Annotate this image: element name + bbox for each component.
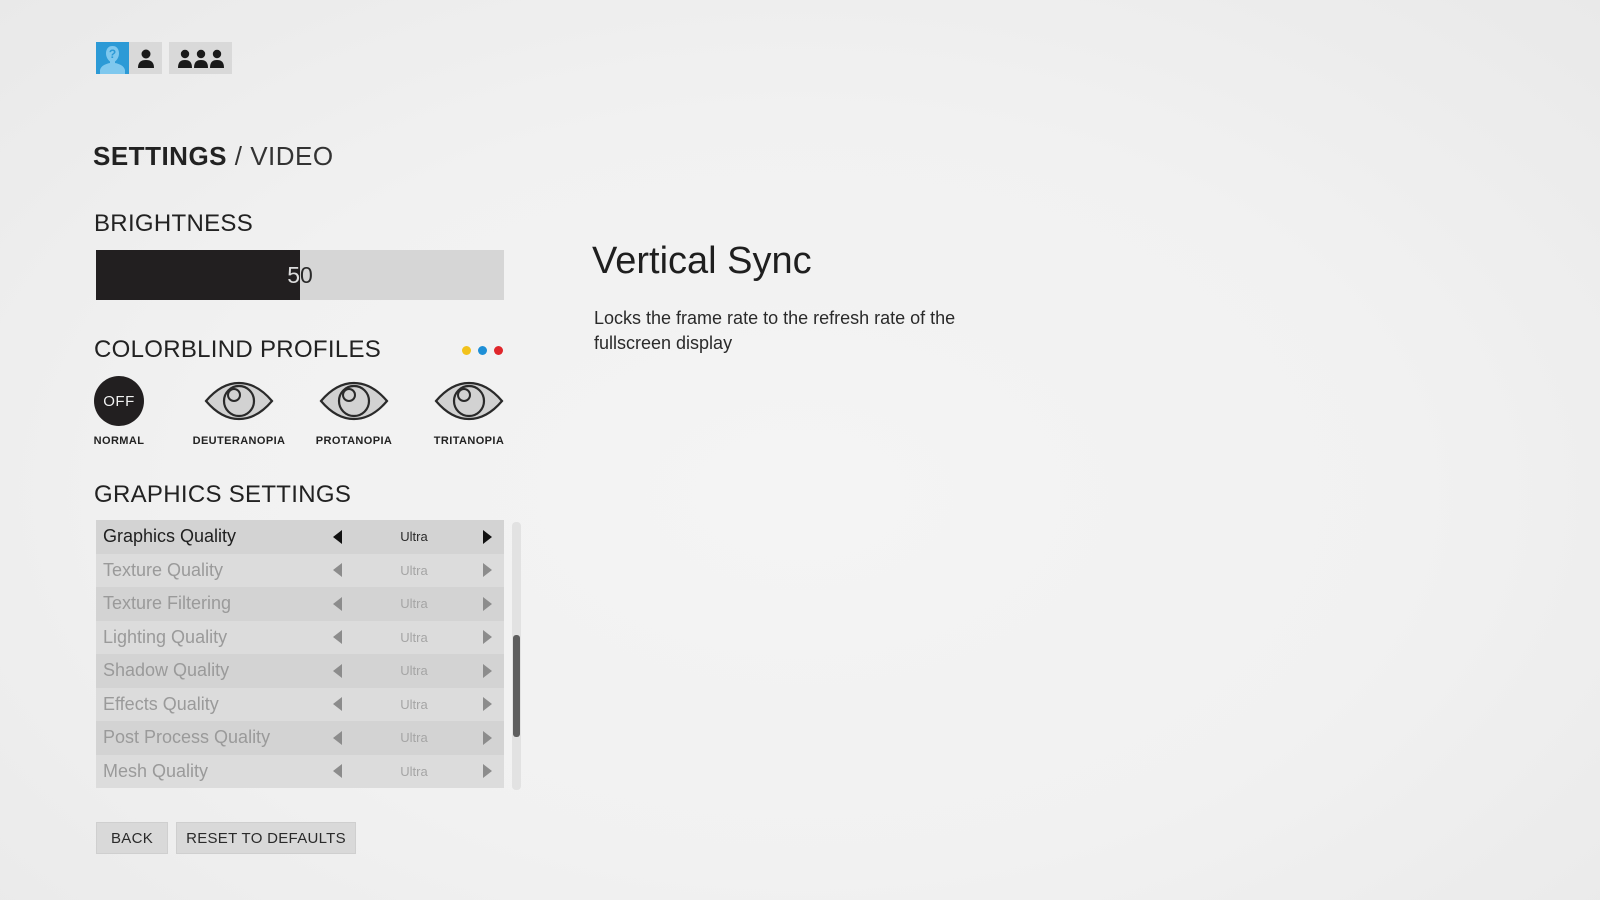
arrow-left-icon[interactable] — [333, 697, 342, 712]
profile-protanopia[interactable]: PROTANOPIA — [314, 375, 394, 447]
graphics-settings-list: Graphics Quality Ultra Texture Quality U… — [96, 520, 504, 788]
setting-value: Ultra — [400, 763, 428, 779]
profile-tab-group[interactable] — [169, 42, 232, 74]
setting-row-texture-quality[interactable]: Texture Quality Ultra — [96, 553, 504, 587]
svg-text:?: ? — [109, 47, 116, 61]
color-dot-yellow — [462, 346, 471, 355]
group-icon — [177, 49, 224, 68]
arrow-left-icon[interactable] — [333, 663, 342, 678]
scrollbar-thumb[interactable] — [513, 635, 520, 737]
setting-row-shadow-quality[interactable]: Shadow Quality Ultra — [96, 654, 504, 688]
setting-value: Ultra — [400, 663, 428, 679]
color-dot-blue — [478, 346, 487, 355]
eye-icon — [434, 381, 504, 421]
brightness-slider[interactable]: 50 50 — [96, 250, 504, 300]
profile-label: NORMAL — [93, 435, 145, 447]
colorblind-profiles: OFF NORMAL DEUTERANOPIA PROTANOPIA TRITA… — [94, 375, 508, 450]
description-title: Vertical Sync — [592, 240, 812, 282]
profile-tab-guest[interactable]: ? — [96, 42, 129, 74]
profile-tabs: ? — [96, 42, 232, 74]
color-dot-red — [494, 346, 503, 355]
setting-row-effects-quality[interactable]: Effects Quality Ultra — [96, 687, 504, 721]
eye-icon — [319, 381, 389, 421]
setting-row-lighting-quality[interactable]: Lighting Quality Ultra — [96, 620, 504, 654]
setting-name: Shadow Quality — [103, 660, 230, 681]
arrow-right-icon[interactable] — [483, 663, 492, 678]
profile-deuteranopia[interactable]: DEUTERANOPIA — [192, 375, 286, 447]
setting-name: Texture Filtering — [103, 593, 232, 614]
arrow-right-icon[interactable] — [483, 630, 492, 645]
arrow-right-icon[interactable] — [483, 764, 492, 779]
brightness-value-overlay: 50 — [287, 262, 300, 288]
profile-label: DEUTERANOPIA — [192, 435, 286, 447]
arrow-left-icon[interactable] — [333, 730, 342, 745]
colorblind-heading: COLORBLIND PROFILES — [94, 336, 382, 363]
profile-label: PROTANOPIA — [315, 435, 393, 447]
title-separator: / — [234, 141, 243, 171]
setting-row-mesh-quality[interactable]: Mesh Quality Ultra — [96, 754, 504, 788]
back-button[interactable]: BACK — [96, 822, 168, 854]
setting-name: Lighting Quality — [103, 626, 228, 647]
arrow-left-icon[interactable] — [333, 529, 342, 544]
setting-row-graphics-quality[interactable]: Graphics Quality Ultra — [96, 520, 504, 554]
off-icon: OFF — [94, 376, 144, 426]
setting-name: Graphics Quality — [103, 526, 237, 547]
arrow-right-icon[interactable] — [483, 697, 492, 712]
profile-tritanopia[interactable]: TRITANOPIA — [428, 375, 510, 447]
reset-to-defaults-button[interactable]: RESET TO DEFAULTS — [176, 822, 356, 854]
brightness-heading: BRIGHTNESS — [94, 210, 254, 237]
graphics-scrollbar[interactable] — [512, 522, 521, 790]
title-section: SETTINGS — [93, 141, 228, 171]
arrow-right-icon[interactable] — [483, 529, 492, 544]
arrow-left-icon[interactable] — [333, 563, 342, 578]
setting-value: Ultra — [400, 730, 428, 746]
setting-value: Ultra — [400, 596, 428, 612]
title-subsection: VIDEO — [250, 141, 334, 171]
profile-label: TRITANOPIA — [433, 435, 505, 447]
setting-value: Ultra — [400, 696, 428, 712]
setting-value: Ultra — [400, 529, 428, 545]
setting-name: Post Process Quality — [103, 727, 271, 748]
arrow-left-icon[interactable] — [333, 764, 342, 779]
graphics-heading: GRAPHICS SETTINGS — [94, 481, 352, 508]
profile-tab-single[interactable] — [129, 42, 162, 74]
profile-normal[interactable]: OFF NORMAL — [92, 375, 146, 447]
arrow-left-icon[interactable] — [333, 630, 342, 645]
arrow-right-icon[interactable] — [483, 730, 492, 745]
arrow-right-icon[interactable] — [483, 596, 492, 611]
user-icon — [137, 49, 154, 68]
description-body: Locks the frame rate to the refresh rate… — [594, 308, 956, 353]
arrow-right-icon[interactable] — [483, 563, 492, 578]
setting-value: Ultra — [400, 562, 428, 578]
color-dots — [462, 346, 503, 355]
page-title: SETTINGS / VIDEO — [93, 141, 334, 172]
arrow-left-icon[interactable] — [333, 596, 342, 611]
setting-value: Ultra — [400, 629, 428, 645]
setting-row-texture-filtering[interactable]: Texture Filtering Ultra — [96, 587, 504, 621]
setting-name: Effects Quality — [103, 693, 219, 714]
eye-icon — [204, 381, 274, 421]
setting-name: Texture Quality — [103, 559, 224, 580]
unknown-user-icon: ? — [100, 46, 125, 74]
setting-name: Mesh Quality — [103, 760, 209, 781]
brightness-value-clip: 50 — [96, 250, 300, 300]
setting-row-post-process-quality[interactable]: Post Process Quality Ultra — [96, 721, 504, 755]
